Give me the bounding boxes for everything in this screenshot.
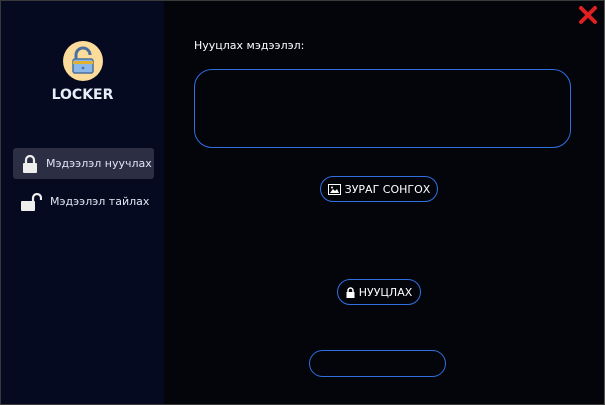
encrypt-label: НУУЦЛАХ xyxy=(358,285,413,299)
select-image-button[interactable]: ЗУРАГ СОНГОХ xyxy=(320,176,438,202)
sidebar-item-encrypt[interactable]: Мэдээлэл нуучлах xyxy=(13,148,154,179)
close-icon[interactable] xyxy=(578,5,598,25)
sidebar-item-label: Мэдээлэл нуучлах xyxy=(46,157,152,170)
sidebar: LOCKER Мэдээлэл нуучлах Мэдээлэл тайлах xyxy=(1,1,164,404)
app-title: LOCKER xyxy=(51,87,114,103)
main-panel: Нууцлах мэдээлэл: ЗУРАГ СОНГОХ НУУЦЛАХ xyxy=(164,1,604,404)
sidebar-item-label: Мэдээлэл тайлах xyxy=(50,195,150,208)
lock-icon xyxy=(346,286,355,298)
lock-logo-icon xyxy=(63,41,103,81)
sidebar-item-decrypt[interactable]: Мэдээлэл тайлах xyxy=(11,186,152,217)
unlock-icon xyxy=(21,192,42,211)
encrypt-button[interactable]: НУУЦЛАХ xyxy=(337,279,421,305)
lock-icon xyxy=(23,154,37,173)
message-label: Нууцлах мэдээлэл: xyxy=(194,39,305,52)
select-image-label: ЗУРАГ СОНГОХ xyxy=(344,182,431,196)
status-field xyxy=(309,350,446,377)
message-input[interactable] xyxy=(194,69,571,148)
image-icon xyxy=(327,183,341,195)
